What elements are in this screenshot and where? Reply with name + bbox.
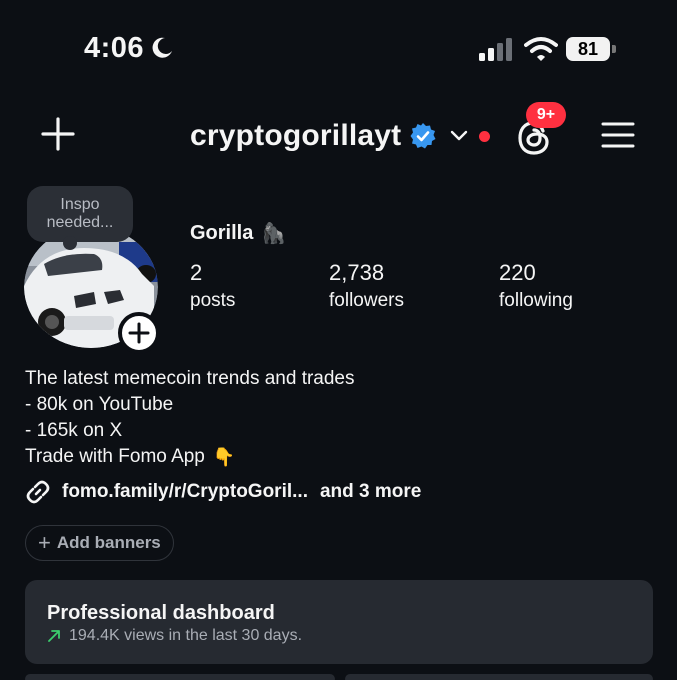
posts-count: 2 (190, 260, 203, 285)
profile-header: cryptogorillayt 9+ (0, 100, 677, 170)
wifi-icon (524, 37, 558, 61)
following-stat[interactable]: 220 following (499, 260, 573, 312)
following-label: following (499, 290, 573, 311)
chevron-down-icon (451, 130, 468, 141)
posts-label: posts (190, 290, 236, 311)
trend-up-arrow-icon (48, 630, 60, 642)
add-banners-button[interactable]: + Add banners (25, 525, 174, 561)
point-down-emoji-icon: 👇 (212, 447, 236, 467)
action-button-edge[interactable] (25, 674, 335, 680)
battery-icon: 81 (566, 37, 616, 61)
signal-icon (479, 38, 512, 61)
battery-tip (612, 45, 616, 53)
bio-line: Trade with Fomo App 👇 (25, 444, 355, 470)
bio-links[interactable]: fomo.family/r/CryptoGoril... and 3 more (24, 478, 421, 506)
following-count: 220 (499, 260, 536, 285)
bio-line: - 80k on YouTube (25, 394, 174, 415)
bio-line-text: Trade with Fomo App (25, 446, 205, 467)
menu-icon[interactable] (600, 120, 636, 150)
add-banners-label: Add banners (56, 533, 161, 552)
bio-link[interactable]: fomo.family/r/CryptoGoril... (62, 481, 308, 503)
gorilla-emoji-icon: 🦍 (261, 223, 287, 245)
username: cryptogorillayt (190, 119, 402, 152)
professional-dashboard-card[interactable]: Professional dashboard 194.4K views in t… (25, 580, 653, 664)
display-name: Gorilla 🦍 (190, 221, 286, 246)
status-time: 4:06 (84, 32, 145, 64)
unread-dot (479, 130, 491, 142)
dashboard-views-text: 194.4K views in the last 30 days. (69, 627, 303, 644)
followers-label: followers (329, 290, 404, 311)
posts-stat[interactable]: 2 posts (190, 260, 235, 312)
account-switcher[interactable]: cryptogorillayt (190, 116, 491, 156)
dashboard-subtitle: 194.4K views in the last 30 days. (47, 627, 302, 645)
followers-stat[interactable]: 2,738 followers (329, 260, 404, 312)
create-plus-icon[interactable] (40, 116, 76, 152)
action-button-edge[interactable] (345, 674, 653, 680)
notification-badge: 9+ (526, 102, 566, 128)
link-icon (26, 480, 50, 504)
more-links[interactable]: and 3 more (320, 481, 421, 503)
dashboard-title: Professional dashboard (47, 602, 275, 624)
bio: The latest memecoin trends and trades - … (25, 366, 355, 470)
add-story-plus-icon[interactable] (118, 312, 160, 354)
moon-icon (152, 37, 172, 58)
plus-icon: + (38, 530, 51, 555)
bio-line: The latest memecoin trends and trades (25, 368, 355, 389)
notes-bubble[interactable]: Inspo needed... (27, 186, 133, 250)
battery-level: 81 (566, 37, 610, 61)
status-bar: 4:06 81 (0, 0, 677, 100)
display-name-text: Gorilla (190, 222, 254, 244)
followers-count: 2,738 (329, 260, 385, 285)
bio-line: - 165k on X (25, 420, 123, 441)
verified-icon (410, 123, 436, 149)
